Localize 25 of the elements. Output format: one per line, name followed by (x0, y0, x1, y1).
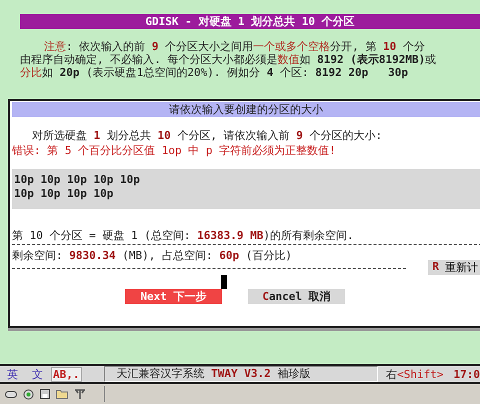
system-name-text: 天汇兼容汉字系统 TWAY V3.2 袖珍版 (104, 366, 378, 382)
next-button[interactable]: Next 下一步 (125, 289, 222, 304)
text-cursor (221, 275, 227, 289)
shift-indicator: 右<Shift> (386, 366, 444, 382)
window-title: GDISK - 对硬盘 1 划分总共 10 个分区 (20, 14, 480, 29)
drive-icon[interactable] (5, 390, 17, 398)
charset-indicator[interactable]: AB,. (51, 366, 82, 382)
cancel-button[interactable]: Cancel 取消 (248, 289, 345, 304)
last-partition-text: 第 10 个分区 = 硬盘 1 (总空间: 16383.9 MB)的所有剩余空间. (11, 229, 355, 242)
clock-text: 17:0 (454, 368, 480, 380)
recalculate-button[interactable]: R 重新计 (428, 260, 480, 275)
error-message: 错误: 第 5 个百分比分区值 1op 中 p 字符前必须为正整数值! (11, 144, 337, 157)
notice-text: 分比如 20p (表示硬盘1总空间的20%). 例如分 4 个区: 8192 20p 30p (20, 66, 409, 79)
floppy-icon[interactable] (40, 389, 50, 399)
tool-icon[interactable] (74, 388, 86, 400)
remaining-space-text: 剩余空间: 9830.34 (MB), 占总空间: 60p (百分比) (11, 249, 293, 262)
notice-text: 由程序自动确定, 不必输入. 每个分区大小都必须是数值如 8192 (表示8192MB)或 (20, 53, 438, 66)
input-mode-label[interactable]: 英 (7, 366, 18, 382)
dialog-title: 请依次输入要创建的分区的大小 (12, 102, 480, 117)
prompt-text: 对所选硬盘 1 划分总共 10 个分区, 请依次输入前 9 个分区的大小: (31, 129, 384, 142)
disc-icon[interactable] (23, 388, 34, 400)
partition-size-input[interactable]: 10p 10p 10p 10p 10p 10p 10p 10p 10p (12, 169, 480, 209)
folder-icon[interactable] (56, 389, 68, 399)
input-mode-label[interactable]: 文 (32, 366, 43, 382)
notice-text: 注意: 依次输入的前 9 个分区大小之间用一个或多个空格分开, 第 10 个分 (43, 40, 426, 53)
